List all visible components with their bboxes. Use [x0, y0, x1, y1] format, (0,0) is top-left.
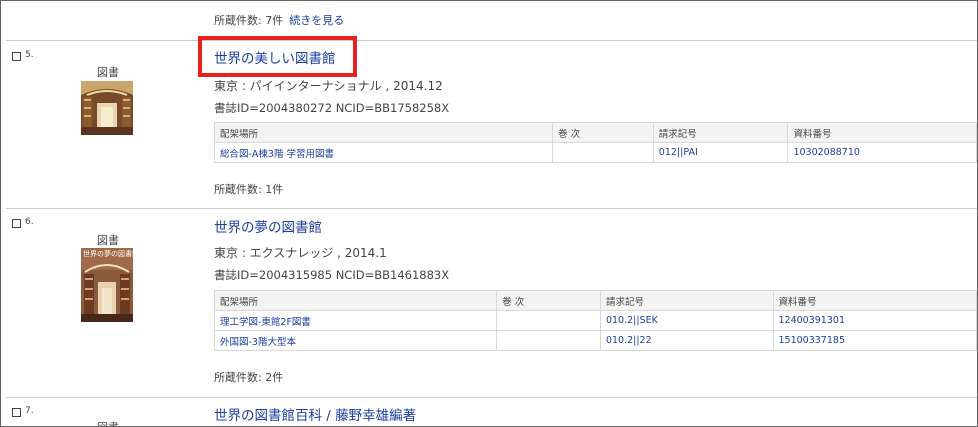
holdings-count: 所蔵件数: 7件 [214, 14, 284, 27]
holdings-row: 外国図-3階大型本 010.2||22 15100337185 [213, 330, 977, 351]
location-link[interactable]: 外国図-3階大型本 [213, 330, 498, 351]
material-type-label: 図書 [97, 419, 119, 426]
record-checkbox[interactable] [12, 219, 21, 228]
record-separator [6, 40, 977, 41]
volume-cell [496, 330, 601, 351]
record-title-link[interactable]: 世界の夢の図書館 [214, 216, 322, 236]
holdings-header-row: 配架場所 巻 次 請求記号 資料番号 [213, 122, 977, 143]
record-number: 5. [25, 50, 34, 60]
header-call-number: 請求記号 [599, 290, 774, 311]
material-type-label: 図書 [97, 66, 119, 79]
book-cover-thumbnail[interactable] [81, 81, 133, 135]
item-number-link[interactable]: 15100337185 [772, 330, 977, 351]
record-checkbox[interactable] [12, 52, 21, 61]
holdings-summary-prev: 所蔵件数: 7件 続きを見る [214, 12, 344, 28]
holdings-table: 配架場所 巻 次 請求記号 資料番号 総合図-A棟3階 学習用図書 012||P… [213, 122, 977, 163]
bibliographic-ids: 書誌ID=2004380272 NCID=BB1758258X [214, 101, 450, 115]
holdings-row: 理工学図-東館2F図書 010.2||SEK 12400391301 [213, 310, 977, 331]
show-more-link[interactable]: 続きを見る [289, 14, 344, 27]
title-highlight-box [198, 36, 357, 77]
call-number-link[interactable]: 010.2||SEK [599, 310, 774, 331]
record-separator [6, 208, 977, 209]
record-number: 7. [25, 406, 34, 416]
search-results-frame: 所蔵件数: 7件 続きを見る 5. 図書 世界の美しい図書館 東京: パイイン… [0, 0, 978, 427]
header-location: 配架場所 [213, 290, 498, 311]
record-number: 6. [25, 217, 34, 227]
publication-info: 東京 : パイインターナショナル , 2014.12 [214, 79, 443, 93]
record-title-link[interactable]: 世界の図書館百科 / 藤野幸雄編著 [214, 404, 416, 424]
header-call-number: 請求記号 [652, 122, 789, 143]
holdings-header-row: 配架場所 巻 次 請求記号 資料番号 [213, 290, 977, 311]
call-number-link[interactable]: 012||PAI [652, 142, 789, 163]
header-location: 配架場所 [213, 122, 554, 143]
material-type-label: 図書 [97, 234, 119, 247]
location-link[interactable]: 総合図-A棟3階 学習用図書 [213, 142, 554, 163]
call-number-link[interactable]: 010.2||22 [599, 330, 774, 351]
record-checkbox[interactable] [12, 408, 21, 417]
cover-caption: 世界の夢の図書館 [83, 249, 133, 258]
item-number-link[interactable]: 10302088710 [787, 142, 977, 163]
header-item-number: 資料番号 [772, 290, 977, 311]
holdings-table: 配架場所 巻 次 請求記号 資料番号 理工学図-東館2F図書 010.2||SE… [213, 290, 977, 351]
publication-info: 東京 : エクスナレッジ , 2014.1 [214, 246, 387, 260]
header-item-number: 資料番号 [787, 122, 977, 143]
item-number-link[interactable]: 12400391301 [772, 310, 977, 331]
holdings-row: 総合図-A棟3階 学習用図書 012||PAI 10302088710 [213, 142, 977, 163]
volume-cell [496, 310, 601, 331]
holdings-count: 所蔵件数: 1件 [214, 183, 284, 196]
bibliographic-ids: 書誌ID=2004315985 NCID=BB1461883X [214, 268, 450, 282]
volume-cell [552, 142, 654, 163]
record-separator [6, 397, 977, 398]
book-cover-thumbnail[interactable]: 世界の夢の図書館 [81, 248, 133, 322]
header-volume: 巻 次 [552, 122, 654, 143]
holdings-count: 所蔵件数: 2件 [214, 371, 284, 384]
header-volume: 巻 次 [496, 290, 601, 311]
location-link[interactable]: 理工学図-東館2F図書 [213, 310, 498, 331]
